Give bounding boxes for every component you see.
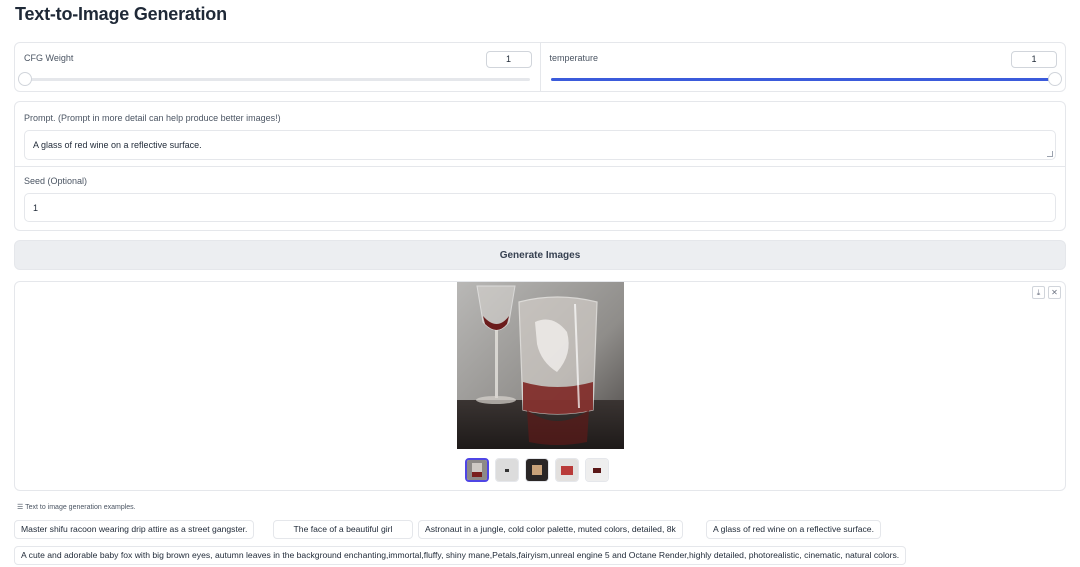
resize-handle-icon[interactable] (1047, 151, 1053, 157)
close-icon[interactable]: ✕ (1048, 286, 1061, 299)
example-chip[interactable]: Master shifu racoon wearing drip attire … (14, 520, 255, 539)
temperature-slider[interactable] (550, 72, 1062, 86)
cfg-weight-slider[interactable] (18, 72, 530, 86)
temperature-number-input[interactable]: 1 (1011, 51, 1057, 68)
prompt-textarea[interactable]: A glass of red wine on a reflective surf… (24, 130, 1056, 160)
temperature-slider-fill (550, 78, 1055, 81)
image-gallery: ⤓ ✕ (14, 281, 1066, 491)
download-icon[interactable]: ⤓ (1032, 286, 1045, 299)
example-chip[interactable]: A glass of red wine on a reflective surf… (706, 520, 881, 539)
temperature-slider-thumb[interactable] (1048, 72, 1062, 86)
divider (15, 166, 1065, 167)
seed-label: Seed (Optional) (24, 176, 88, 186)
thumbnail-1[interactable] (465, 458, 489, 482)
page-title: Text-to-Image Generation (15, 4, 227, 24)
thumbnail-5[interactable] (585, 458, 609, 482)
prompt-panel: Prompt. (Prompt in more detail can help … (14, 101, 1066, 231)
examples-label: ☰ Text to image generation examples. (17, 504, 136, 511)
prompt-text: A glass of red wine on a reflective surf… (33, 140, 202, 150)
thumbnail-strip (465, 458, 609, 482)
seed-input[interactable]: 1 (24, 193, 1056, 222)
cfg-weight-label: CFG Weight (24, 53, 74, 63)
temperature-control: temperature 1 (539, 43, 1066, 91)
seed-value: 1 (33, 202, 39, 213)
generated-image (457, 282, 624, 449)
thumbnail-2[interactable] (495, 458, 519, 482)
generate-images-button[interactable]: Generate Images (14, 240, 1066, 270)
cfg-weight-control: CFG Weight 1 (15, 43, 540, 91)
settings-panel: CFG Weight 1 temperature 1 (14, 42, 1066, 92)
example-chip[interactable]: The face of a beautiful girl (273, 520, 413, 539)
example-chip[interactable]: Astronaut in a jungle, cold color palett… (418, 520, 683, 539)
cfg-weight-slider-thumb[interactable] (18, 72, 32, 86)
example-chip[interactable]: A cute and adorable baby fox with big br… (14, 546, 907, 565)
cfg-weight-number-input[interactable]: 1 (485, 51, 532, 68)
temperature-label: temperature (549, 53, 599, 63)
thumbnail-4[interactable] (555, 458, 579, 482)
thumbnail-3[interactable] (525, 458, 549, 482)
prompt-label: Prompt. (Prompt in more detail can help … (24, 113, 281, 123)
